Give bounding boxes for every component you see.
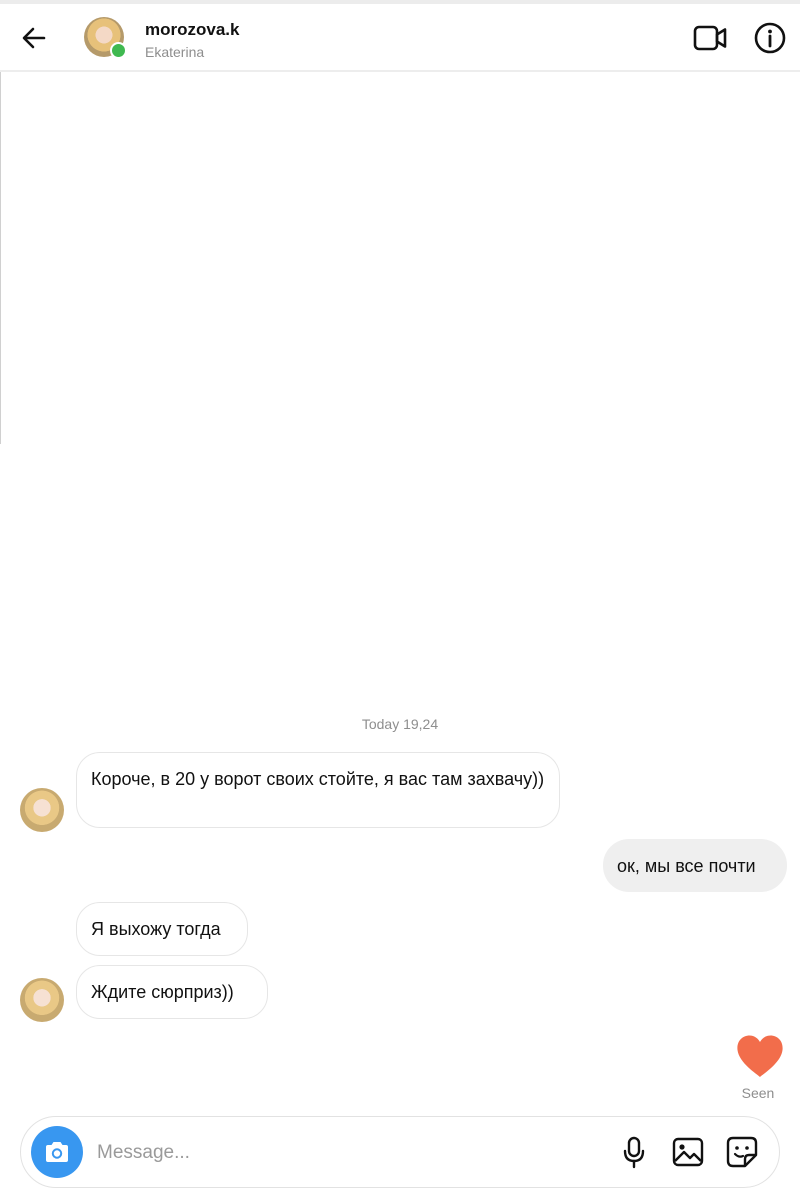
chat-username[interactable]: morozova.k xyxy=(145,20,239,40)
video-call-icon xyxy=(693,25,727,51)
sticker-icon xyxy=(726,1136,758,1168)
sender-avatar[interactable] xyxy=(20,978,64,1022)
chat-header: morozova.k Ekaterina xyxy=(0,4,800,72)
camera-button[interactable] xyxy=(31,1126,83,1178)
chat-timestamp: Today 19,24 xyxy=(361,716,439,732)
message-text: ок, мы все почти xyxy=(617,856,756,876)
message-text: Короче, в 20 у ворот своих стойте, я вас… xyxy=(91,769,545,789)
back-button[interactable] xyxy=(16,20,52,56)
sender-avatar[interactable] xyxy=(20,788,64,832)
gallery-button[interactable] xyxy=(671,1135,705,1169)
message-text: Ждите сюрприз)) xyxy=(91,982,234,1002)
profile-avatar[interactable] xyxy=(84,17,127,59)
heart-icon xyxy=(737,1035,783,1077)
message-input[interactable] xyxy=(95,1137,519,1169)
message-composer xyxy=(20,1116,780,1188)
message-bubble-incoming[interactable]: Я выхожу тогда xyxy=(76,902,248,956)
seen-status: Seen xyxy=(741,1085,775,1101)
online-status-dot xyxy=(110,42,127,59)
voice-message-button[interactable] xyxy=(617,1135,651,1169)
video-call-button[interactable] xyxy=(692,22,728,54)
message-bubble-incoming[interactable]: Короче, в 20 у ворот своих стойте, я вас… xyxy=(76,752,560,828)
gallery-icon xyxy=(672,1137,704,1167)
info-icon xyxy=(754,22,786,54)
avatar xyxy=(20,788,64,832)
info-button[interactable] xyxy=(752,20,788,56)
heart-reaction[interactable] xyxy=(735,1033,785,1079)
message-bubble-incoming[interactable]: Ждите сюрприз)) xyxy=(76,965,268,1019)
avatar xyxy=(20,978,64,1022)
camera-icon xyxy=(46,1142,68,1162)
back-arrow-icon xyxy=(22,27,46,49)
message-text: Я выхожу тогда xyxy=(91,919,221,939)
chat-display-name: Ekaterina xyxy=(145,44,205,60)
sticker-button[interactable] xyxy=(725,1135,759,1169)
message-bubble-outgoing[interactable]: ок, мы все почти xyxy=(603,839,787,892)
microphone-icon xyxy=(623,1136,645,1169)
